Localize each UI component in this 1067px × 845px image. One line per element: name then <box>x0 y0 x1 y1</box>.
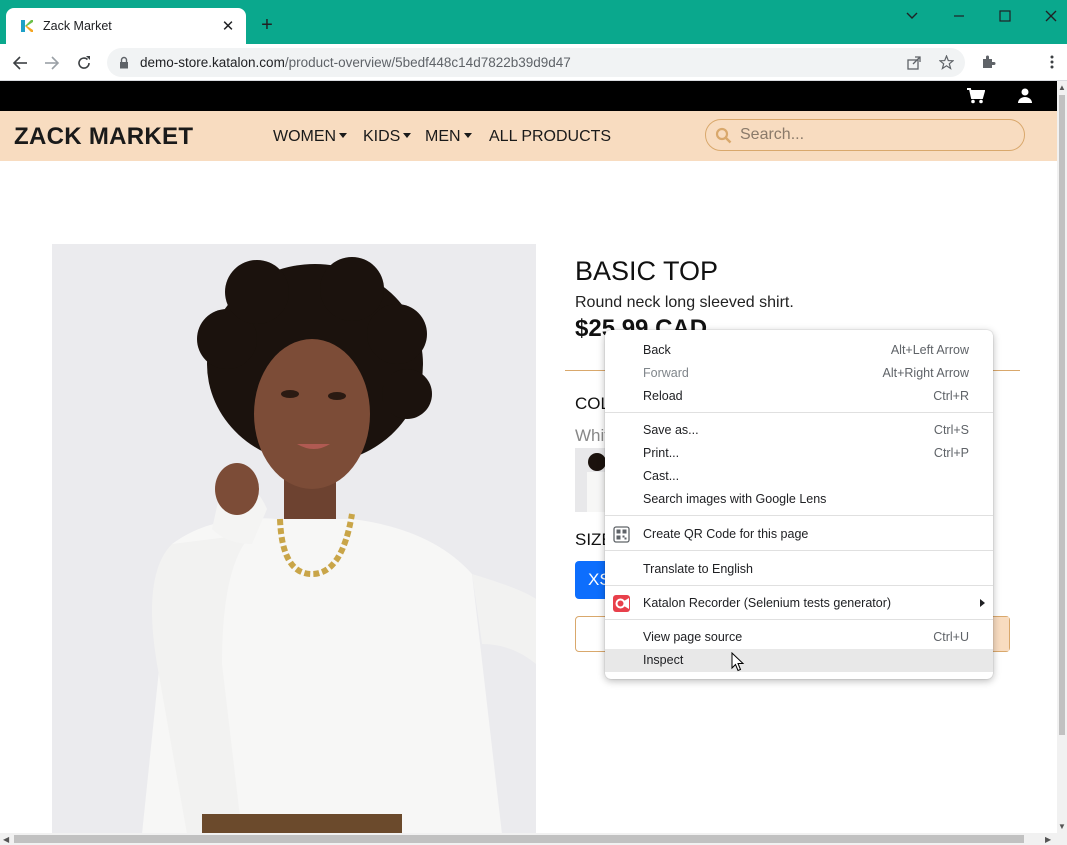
katalon-recorder-icon <box>613 595 630 612</box>
scroll-down-icon[interactable]: ▼ <box>1058 822 1066 831</box>
site-header: ZACK MARKET WOMEN KIDS MEN ALL PRODUCTS <box>0 111 1057 161</box>
katalon-favicon-icon <box>21 20 33 32</box>
nav-all-products[interactable]: ALL PRODUCTS <box>489 128 611 146</box>
nav-men[interactable]: MEN <box>425 128 472 146</box>
menu-item-back[interactable]: Back Alt+Left Arrow <box>605 339 993 362</box>
menu-item-print[interactable]: Print... Ctrl+P <box>605 442 993 465</box>
menu-item-translate[interactable]: Translate to English <box>605 558 993 581</box>
menu-item-label: Search images with Google Lens <box>643 492 827 506</box>
title-bar: Zack Market ✕ + <box>0 0 1067 44</box>
mouse-cursor-icon <box>731 652 745 672</box>
site-brand[interactable]: ZACK MARKET <box>14 123 193 151</box>
search-box <box>705 119 1025 151</box>
site-top-bar <box>0 81 1057 111</box>
search-icon <box>715 127 732 144</box>
add-to-cart-edge <box>991 617 1009 651</box>
menu-item-google-lens[interactable]: Search images with Google Lens <box>605 488 993 511</box>
menu-item-label: Back <box>643 343 671 357</box>
menu-separator <box>605 619 993 620</box>
product-title: BASIC TOP <box>575 256 719 286</box>
menu-item-shortcut: Ctrl+R <box>933 389 969 403</box>
menu-item-cast[interactable]: Cast... <box>605 465 993 488</box>
share-icon[interactable] <box>907 56 921 70</box>
back-icon[interactable] <box>8 51 32 75</box>
submenu-arrow-icon <box>980 599 985 607</box>
browser-toolbar: demo-store.katalon.com/product-overview/… <box>0 44 1067 81</box>
minimize-icon[interactable] <box>948 6 970 26</box>
chevron-down-icon <box>463 133 472 138</box>
menu-item-label: Translate to English <box>643 562 754 576</box>
model-photo <box>52 244 536 834</box>
nav-kids[interactable]: KIDS <box>363 128 412 146</box>
menu-item-label: Save as... <box>643 423 699 437</box>
menu-icon[interactable] <box>1050 55 1054 69</box>
menu-separator <box>605 550 993 551</box>
nav-women-label: WOMEN <box>273 128 337 145</box>
menu-item-view-source[interactable]: View page source Ctrl+U <box>605 626 993 649</box>
star-icon[interactable] <box>939 55 954 70</box>
menu-separator <box>605 515 993 516</box>
vertical-scrollbar-thumb[interactable] <box>1059 95 1065 735</box>
menu-item-label: Forward <box>643 366 689 380</box>
extensions-icon[interactable] <box>980 54 996 70</box>
scroll-left-icon[interactable]: ◀ <box>3 835 9 844</box>
product-image <box>52 244 536 834</box>
search-input[interactable] <box>740 125 1010 145</box>
cart-icon[interactable] <box>967 88 985 104</box>
chevron-down-icon <box>339 133 348 138</box>
nav-women[interactable]: WOMEN <box>273 128 348 146</box>
menu-item-save-as[interactable]: Save as... Ctrl+S <box>605 419 993 442</box>
chevron-down-icon <box>403 133 412 138</box>
qr-code-icon <box>613 526 630 543</box>
menu-item-qr-code[interactable]: Create QR Code for this page <box>605 523 993 546</box>
menu-item-shortcut: Alt+Left Arrow <box>890 343 969 357</box>
scroll-right-icon[interactable]: ▶ <box>1045 835 1051 844</box>
browser-window: Zack Market ✕ + demo-store.katalon.com/p… <box>0 0 1067 845</box>
reload-icon[interactable] <box>72 51 96 75</box>
nav-men-label: MEN <box>425 128 461 145</box>
menu-item-katalon-recorder[interactable]: Katalon Recorder (Selenium tests generat… <box>605 592 993 615</box>
menu-item-reload[interactable]: Reload Ctrl+R <box>605 385 993 408</box>
maximize-icon[interactable] <box>994 6 1016 26</box>
menu-item-forward[interactable]: Forward Alt+Right Arrow <box>605 362 993 385</box>
product-description: Round neck long sleeved shirt. <box>575 294 794 311</box>
new-tab-button[interactable]: + <box>257 14 277 36</box>
tab-search-icon[interactable] <box>901 6 923 26</box>
lock-icon[interactable] <box>119 56 129 69</box>
url-text[interactable]: demo-store.katalon.com/product-overview/… <box>140 55 571 70</box>
menu-item-label: Inspect <box>643 653 684 667</box>
menu-item-label: Katalon Recorder (Selenium tests generat… <box>643 596 892 610</box>
url-host: demo-store.katalon.com <box>140 55 285 70</box>
menu-item-shortcut: Ctrl+S <box>933 423 969 437</box>
nav-kids-label: KIDS <box>363 128 401 145</box>
horizontal-scrollbar-thumb[interactable] <box>14 835 1024 843</box>
menu-item-label: Print... <box>643 446 680 460</box>
forward-icon[interactable] <box>40 51 64 75</box>
menu-item-label: Cast... <box>643 469 680 483</box>
close-icon[interactable] <box>1040 6 1062 26</box>
menu-item-inspect[interactable]: Inspect <box>605 649 993 672</box>
menu-separator <box>605 412 993 413</box>
url-path: /product-overview/5bedf448c14d7822b39d9d… <box>284 55 571 70</box>
menu-item-shortcut: Ctrl+P <box>933 446 969 460</box>
tab-title: Zack Market <box>43 19 112 33</box>
menu-separator <box>605 585 993 586</box>
menu-item-shortcut: Ctrl+U <box>933 630 969 644</box>
scroll-up-icon[interactable]: ▲ <box>1058 83 1066 92</box>
menu-item-label: View page source <box>643 630 743 644</box>
user-icon[interactable] <box>1018 88 1032 103</box>
tab-close-icon[interactable]: ✕ <box>220 18 236 35</box>
menu-item-label: Reload <box>643 389 683 403</box>
context-menu: Back Alt+Left Arrow Forward Alt+Right Ar… <box>605 330 993 679</box>
menu-item-shortcut: Alt+Right Arrow <box>882 366 970 380</box>
tab-zack-market[interactable]: Zack Market ✕ <box>6 8 246 44</box>
menu-item-label: Create QR Code for this page <box>643 527 809 541</box>
address-bar[interactable]: demo-store.katalon.com/product-overview/… <box>107 48 965 77</box>
